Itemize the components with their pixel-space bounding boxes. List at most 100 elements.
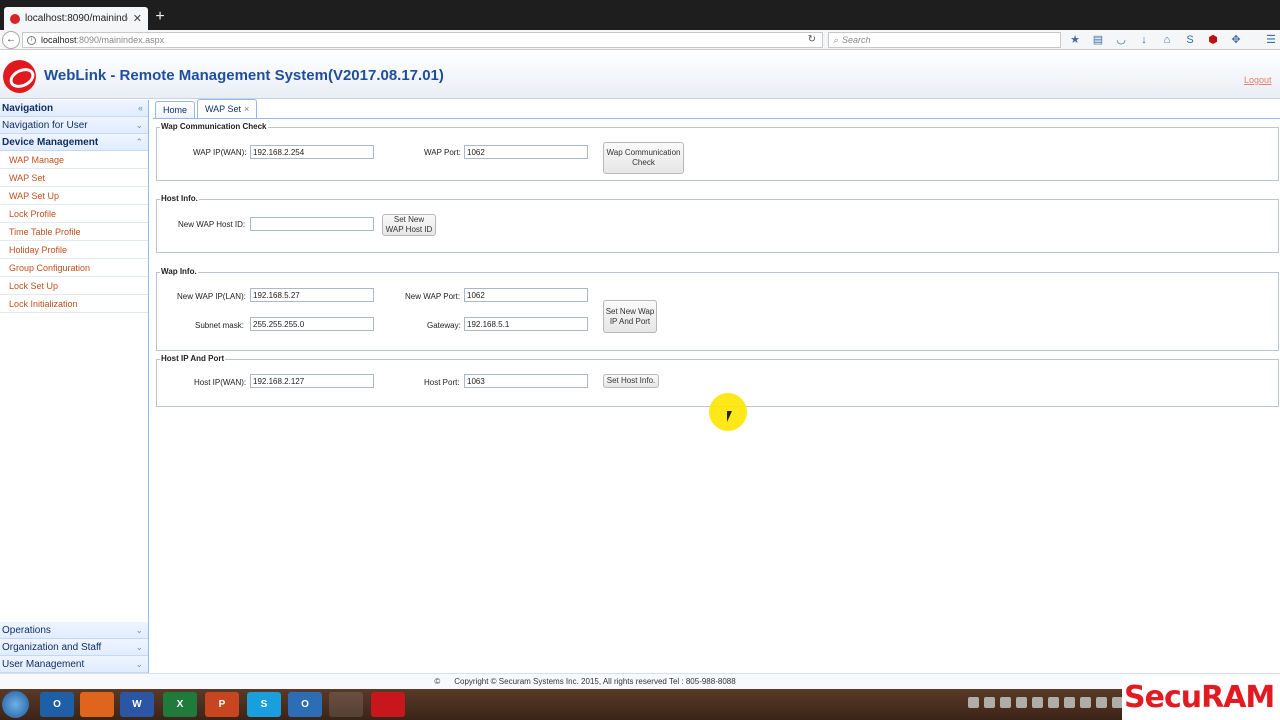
close-icon[interactable]: ✕ bbox=[133, 12, 142, 25]
subnet-mask-input[interactable] bbox=[250, 317, 374, 331]
logout-link[interactable]: Logout bbox=[1244, 75, 1272, 85]
pocket-icon[interactable]: ◡ bbox=[1113, 32, 1129, 48]
download-icon[interactable]: ↓ bbox=[1136, 32, 1152, 48]
new-wap-ip-input[interactable] bbox=[250, 288, 374, 302]
ublock-icon[interactable]: ⬢ bbox=[1205, 32, 1221, 48]
host-ip-input[interactable] bbox=[250, 374, 374, 388]
reload-icon[interactable]: ↻ bbox=[808, 34, 816, 45]
host-port-label: Host Port: bbox=[424, 378, 460, 387]
windows-start-icon[interactable] bbox=[2, 691, 29, 718]
outlook-taskbar-icon[interactable]: O bbox=[40, 692, 74, 717]
skype-taskbar-icon[interactable]: S bbox=[247, 692, 281, 717]
content-tabs: Home WAP Set × bbox=[153, 99, 1280, 119]
panel-legend: Host IP And Port bbox=[160, 354, 226, 363]
set-new-wap-ip-port-button[interactable]: Set New Wap IP And Port bbox=[603, 300, 657, 333]
securam-watermark: SecuRAM bbox=[1122, 676, 1280, 720]
new-wap-ip-label: New WAP IP(LAN): bbox=[177, 292, 246, 301]
tray-icon[interactable] bbox=[1048, 697, 1059, 708]
skype-icon[interactable]: S bbox=[1182, 32, 1198, 48]
new-wap-port-input[interactable] bbox=[464, 288, 588, 302]
firefox-taskbar-icon[interactable] bbox=[80, 692, 114, 717]
sidebar-item-wap-set-up[interactable]: WAP Set Up bbox=[0, 187, 148, 205]
wap-host-id-input[interactable] bbox=[250, 217, 374, 231]
tray-icon[interactable] bbox=[984, 697, 995, 708]
weblink-logo bbox=[3, 60, 36, 93]
new-tab-plus-icon[interactable]: + bbox=[152, 8, 168, 26]
section-label: User Management bbox=[2, 658, 85, 670]
sidebar-bottom-sections: Operations ⌄ Organization and Staff ⌄ Us… bbox=[0, 622, 148, 673]
copyright-text: Copyright © Securam Systems Inc. 2015, A… bbox=[454, 677, 736, 686]
tray-icon[interactable] bbox=[1016, 697, 1027, 708]
powerpoint-taskbar-icon[interactable]: P bbox=[205, 692, 239, 717]
wap-communication-check-button[interactable]: Wap Communication Check bbox=[603, 142, 684, 174]
tray-icon[interactable] bbox=[1064, 697, 1075, 708]
windows-taskbar: O W X P S O bbox=[0, 689, 1280, 720]
browser-toolbar: ★ ▤ ◡ ↓ ⌂ S ⬢ ✥ ☰ bbox=[1067, 32, 1279, 48]
set-new-wap-host-id-button[interactable]: Set New WAP Host ID bbox=[382, 214, 436, 236]
url-host: localhost bbox=[41, 35, 77, 45]
browser-tab-title: localhost:8090/mainindex.as bbox=[25, 13, 128, 24]
back-arrow-icon[interactable]: ← bbox=[2, 31, 20, 49]
browser-tab[interactable]: localhost:8090/mainindex.as ✕ bbox=[4, 7, 148, 30]
tray-icon[interactable] bbox=[1096, 697, 1107, 708]
new-wap-port-label: New WAP Port: bbox=[405, 292, 461, 301]
sidebar-section-device-management[interactable]: Device Management ⌃ bbox=[0, 134, 148, 151]
sidebar-section-operations[interactable]: Operations ⌄ bbox=[0, 622, 148, 639]
wap-ip-label: WAP IP(WAN): bbox=[193, 148, 247, 157]
set-host-info-button[interactable]: Set Host Info. bbox=[603, 374, 659, 388]
sidebar-item-holiday-profile[interactable]: Holiday Profile bbox=[0, 241, 148, 259]
menu-icon[interactable]: ☰ bbox=[1263, 32, 1279, 48]
sidebar-section-user-management[interactable]: User Management ⌄ bbox=[0, 656, 148, 673]
wap-port-label: WAP Port: bbox=[424, 148, 461, 157]
excel-taskbar-icon[interactable]: X bbox=[163, 692, 197, 717]
chevron-up-icon: ⌃ bbox=[135, 136, 143, 147]
panel-legend: Wap Info. bbox=[160, 267, 198, 276]
collapse-left-icon[interactable]: « bbox=[138, 103, 143, 113]
search-input[interactable]: ⌕ Search bbox=[828, 32, 1061, 48]
weblink-favicon-icon bbox=[10, 13, 20, 24]
sidebar-item-wap-manage[interactable]: WAP Manage bbox=[0, 151, 148, 169]
tray-icon[interactable] bbox=[1000, 697, 1011, 708]
sidebar-item-lock-initialization[interactable]: Lock Initialization bbox=[0, 295, 148, 313]
section-label: Device Management bbox=[2, 136, 99, 148]
tab-home[interactable]: Home bbox=[155, 101, 196, 118]
section-label: Operations bbox=[2, 624, 51, 636]
sidebar-item-lock-profile[interactable]: Lock Profile bbox=[0, 205, 148, 223]
reading-list-icon[interactable]: ▤ bbox=[1090, 32, 1106, 48]
gateway-label: Gateway: bbox=[427, 321, 461, 330]
search-icon: ⌕ bbox=[833, 34, 839, 45]
subnet-mask-label: Subnet mask: bbox=[195, 321, 244, 330]
wap-ip-input[interactable] bbox=[250, 145, 374, 159]
gateway-input[interactable] bbox=[464, 317, 588, 331]
wap-info-panel: Wap Info. New WAP IP(LAN): New WAP Port:… bbox=[156, 267, 1279, 351]
tray-icon[interactable] bbox=[1080, 697, 1091, 708]
word-taskbar-icon[interactable]: W bbox=[120, 692, 154, 717]
home-icon[interactable]: ⌂ bbox=[1159, 32, 1175, 48]
app-header: WebLink - Remote Management System(V2017… bbox=[0, 51, 1280, 99]
host-port-input[interactable] bbox=[464, 374, 588, 388]
wap-port-input[interactable] bbox=[464, 145, 588, 159]
app-title: WebLink - Remote Management System(V2017… bbox=[44, 67, 444, 84]
sidebar-item-wap-set[interactable]: WAP Set bbox=[0, 169, 148, 187]
info-icon[interactable]: i bbox=[27, 35, 36, 45]
sidebar-section-nav-for-user[interactable]: Navigation for User ⌄ bbox=[0, 117, 148, 134]
bookmark-star-icon[interactable]: ★ bbox=[1067, 32, 1083, 48]
copyright-symbol: © bbox=[434, 677, 441, 686]
tab-wap-set[interactable]: WAP Set × bbox=[197, 99, 258, 118]
section-label: Organization and Staff bbox=[2, 641, 102, 653]
window-taskbar-icon[interactable] bbox=[329, 692, 363, 717]
close-icon[interactable]: × bbox=[244, 104, 249, 114]
panel-legend: Host Info. bbox=[160, 194, 199, 203]
outlook2-taskbar-icon[interactable]: O bbox=[288, 692, 322, 717]
sidebar-section-organization[interactable]: Organization and Staff ⌄ bbox=[0, 639, 148, 656]
sidebar-item-time-table-profile[interactable]: Time Table Profile bbox=[0, 223, 148, 241]
system-tray bbox=[968, 697, 1123, 708]
extension-icon[interactable]: ✥ bbox=[1228, 32, 1244, 48]
tray-icon[interactable] bbox=[1032, 697, 1043, 708]
navigation-header[interactable]: Navigation « bbox=[0, 100, 148, 117]
url-bar[interactable]: i localhost :8090/mainindex.aspx ↻ bbox=[22, 32, 823, 48]
tray-icon[interactable] bbox=[968, 697, 979, 708]
sidebar-item-group-configuration[interactable]: Group Configuration bbox=[0, 259, 148, 277]
sidebar-item-lock-set-up[interactable]: Lock Set Up bbox=[0, 277, 148, 295]
weblink-taskbar-icon[interactable] bbox=[371, 692, 405, 717]
